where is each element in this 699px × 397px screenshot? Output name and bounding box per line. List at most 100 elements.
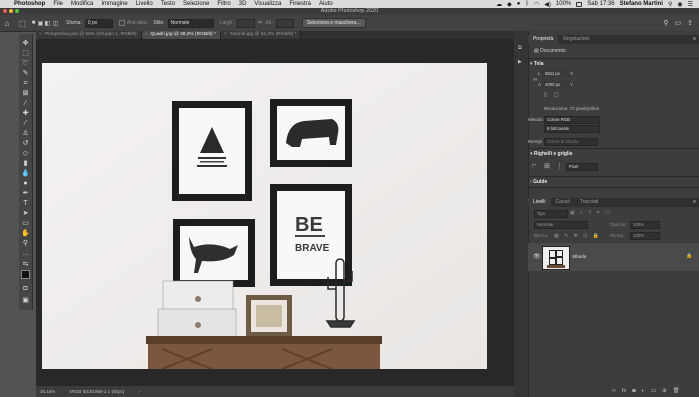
bit-depth-select[interactable]: 8 bit/canale bbox=[544, 125, 600, 133]
clock[interactable]: Sab 17:36 bbox=[587, 1, 614, 7]
tab-proprieta[interactable]: Proprietà bbox=[528, 35, 559, 44]
guides-icon[interactable]: ⋮ bbox=[556, 162, 563, 170]
swap-icon[interactable]: ⇄ bbox=[258, 20, 262, 26]
menu-file[interactable]: File bbox=[53, 1, 63, 7]
antialias-checkbox[interactable]: Anti-alias bbox=[118, 20, 147, 26]
menu-aiuto[interactable]: Aiuto bbox=[319, 1, 333, 7]
rectangle-tool-icon[interactable]: ▭ bbox=[21, 219, 30, 228]
frame-tool-icon[interactable]: ⊠ bbox=[21, 89, 30, 98]
canvas-orientation-icon[interactable]: ▯ bbox=[544, 92, 547, 98]
height-input[interactable] bbox=[275, 18, 294, 28]
document-canvas[interactable]: BE BRAVE bbox=[42, 63, 487, 369]
menu-visualizza[interactable]: Visualizza bbox=[254, 1, 281, 7]
menu-app-name[interactable]: Photoshop bbox=[14, 1, 45, 7]
blur-tool-icon[interactable]: 💧 bbox=[21, 169, 30, 178]
eraser-tool-icon[interactable]: ◇ bbox=[21, 149, 30, 158]
swap-colors-icon[interactable]: ⇆ bbox=[21, 260, 30, 269]
canvas-height-input[interactable]: 4000 px bbox=[542, 81, 572, 89]
zoom-window-button[interactable] bbox=[15, 9, 19, 13]
layer-filter-icons[interactable]: ▣ ◐ T ⌗ ▢ bbox=[570, 210, 612, 216]
guides-section[interactable]: › Guide bbox=[530, 179, 699, 185]
opacity-input[interactable]: 100% bbox=[630, 221, 660, 229]
close-tab-icon[interactable]: × bbox=[39, 32, 42, 37]
new-group-icon[interactable]: ▭ bbox=[651, 388, 656, 394]
delete-layer-icon[interactable]: 🗑 bbox=[673, 388, 680, 394]
crop-tool-icon[interactable]: ⌗ bbox=[21, 79, 30, 88]
quick-mask-icon[interactable]: ◘ bbox=[21, 284, 30, 293]
type-tool-icon[interactable]: T bbox=[21, 199, 30, 208]
quick-selection-icon[interactable]: ✎ bbox=[21, 69, 30, 78]
link-layers-icon[interactable]: ∞ bbox=[612, 388, 616, 394]
tab-tracciati[interactable]: Tracciati bbox=[575, 198, 604, 207]
zoom-tool-icon[interactable]: ⚲ bbox=[21, 239, 30, 248]
eyedropper-icon[interactable]: ⁄ bbox=[21, 99, 30, 108]
home-icon[interactable]: ⌂ bbox=[0, 19, 14, 28]
blend-mode-select[interactable]: Normale bbox=[534, 221, 588, 229]
layer-name[interactable]: Sfondo bbox=[572, 254, 586, 259]
wifi-icon[interactable]: ◠ bbox=[534, 1, 539, 8]
battery-icon[interactable] bbox=[576, 1, 583, 7]
rulers-grids-section[interactable]: ▾ Righelli e griglie bbox=[530, 151, 699, 157]
menu-selezione[interactable]: Selezione bbox=[183, 1, 209, 7]
menu-modifica[interactable]: Modifica bbox=[71, 1, 93, 7]
layer-filter-select[interactable]: Tipo bbox=[534, 210, 568, 218]
menu-testo[interactable]: Testo bbox=[161, 1, 175, 7]
foreground-color-swatch[interactable] bbox=[21, 270, 30, 279]
layer-row-sfondo[interactable]: 👁 Sfondo 🔒 bbox=[528, 243, 699, 271]
new-selection-icon[interactable]: ■ bbox=[30, 20, 37, 26]
menu-3d[interactable]: 3D bbox=[239, 1, 247, 7]
layer-style-icon[interactable]: fx bbox=[622, 388, 626, 394]
play-actions-icon[interactable]: ▶ bbox=[518, 59, 522, 65]
feather-input[interactable]: 0 px bbox=[84, 18, 113, 28]
adjustment-layer-icon[interactable]: ◐ bbox=[642, 388, 645, 394]
select-and-mask-button[interactable]: Seleziona e maschera... bbox=[301, 18, 366, 28]
zoom-level[interactable]: 38,16% bbox=[40, 389, 55, 394]
screen-mode-icon[interactable]: ▣ bbox=[21, 296, 30, 305]
tab-livelli[interactable]: Livelli bbox=[528, 198, 551, 207]
tab-quadri[interactable]: × Quadri.jpg @ 38,2% (RGB/8) * bbox=[141, 31, 221, 39]
canvas-size-icon[interactable]: ▢ bbox=[554, 92, 559, 98]
lasso-tool-icon[interactable]: ➰ bbox=[21, 59, 30, 68]
marquee-tool-preset-icon[interactable]: ⬚ bbox=[14, 19, 30, 28]
gradient-tool-icon[interactable]: ▮ bbox=[21, 159, 30, 168]
visibility-eye-icon[interactable]: 👁 bbox=[533, 253, 541, 260]
close-window-button[interactable] bbox=[3, 9, 7, 13]
grid-icon[interactable]: ⊞ bbox=[544, 162, 550, 170]
fill-opacity-input[interactable]: 100% bbox=[630, 232, 660, 240]
tab-prospettiva[interactable]: × Prospettiva.psd @ 50% (Gruppo 1, RGB/8) bbox=[36, 31, 142, 39]
bluetooth-icon[interactable]: ᛒ bbox=[525, 1, 529, 7]
move-tool-icon[interactable]: ✥ bbox=[21, 39, 30, 48]
menu-filtro[interactable]: Filtro bbox=[217, 1, 230, 7]
healing-brush-icon[interactable]: ✚ bbox=[21, 109, 30, 118]
pen-tool-icon[interactable]: ✒ bbox=[21, 189, 30, 198]
history-panel-icon[interactable]: ⧉ bbox=[518, 45, 522, 51]
dodge-tool-icon[interactable]: ● bbox=[21, 179, 30, 188]
add-selection-icon[interactable]: ▣ bbox=[37, 20, 44, 27]
menu-finestra[interactable]: Finestra bbox=[289, 1, 311, 7]
tab-canali[interactable]: Canali bbox=[551, 198, 575, 207]
menu-livello[interactable]: Livello bbox=[136, 1, 153, 7]
volume-icon[interactable]: ◀) bbox=[544, 1, 551, 8]
units-select[interactable]: Pixel bbox=[566, 163, 598, 171]
workspace-icon[interactable]: ▭ bbox=[675, 19, 682, 27]
search-icon[interactable]: ⚲ bbox=[663, 19, 668, 27]
hand-tool-icon[interactable]: ✋ bbox=[21, 229, 30, 238]
canvas-width-input[interactable]: 5911 px bbox=[542, 70, 572, 78]
fill-select[interactable]: Colore di sfondo bbox=[544, 138, 598, 146]
tab-regolazioni[interactable]: Regolazioni bbox=[558, 35, 594, 44]
layer-lock-icon[interactable]: 🔒 bbox=[686, 253, 692, 259]
intersect-selection-icon[interactable]: ◫ bbox=[51, 20, 60, 27]
share-icon[interactable]: ⇪ bbox=[687, 19, 693, 27]
layers-menu-icon[interactable]: ≡ bbox=[693, 198, 699, 207]
mode-select[interactable]: Colore RGB bbox=[544, 116, 600, 124]
record-icon[interactable]: ● bbox=[517, 1, 521, 7]
expand-status-icon[interactable]: › bbox=[138, 389, 140, 394]
history-brush-icon[interactable]: ↺ bbox=[21, 139, 30, 148]
spotlight-icon[interactable]: ⚲ bbox=[668, 1, 672, 8]
close-tab-icon[interactable]: × bbox=[224, 32, 227, 37]
menu-immagine[interactable]: Immagine bbox=[101, 1, 127, 7]
add-mask-icon[interactable]: ◙ bbox=[632, 388, 635, 394]
close-tab-icon[interactable]: × bbox=[145, 32, 148, 37]
canvas-section[interactable]: ▾ Tela bbox=[530, 61, 699, 67]
more-tools-icon[interactable]: … bbox=[21, 249, 30, 258]
